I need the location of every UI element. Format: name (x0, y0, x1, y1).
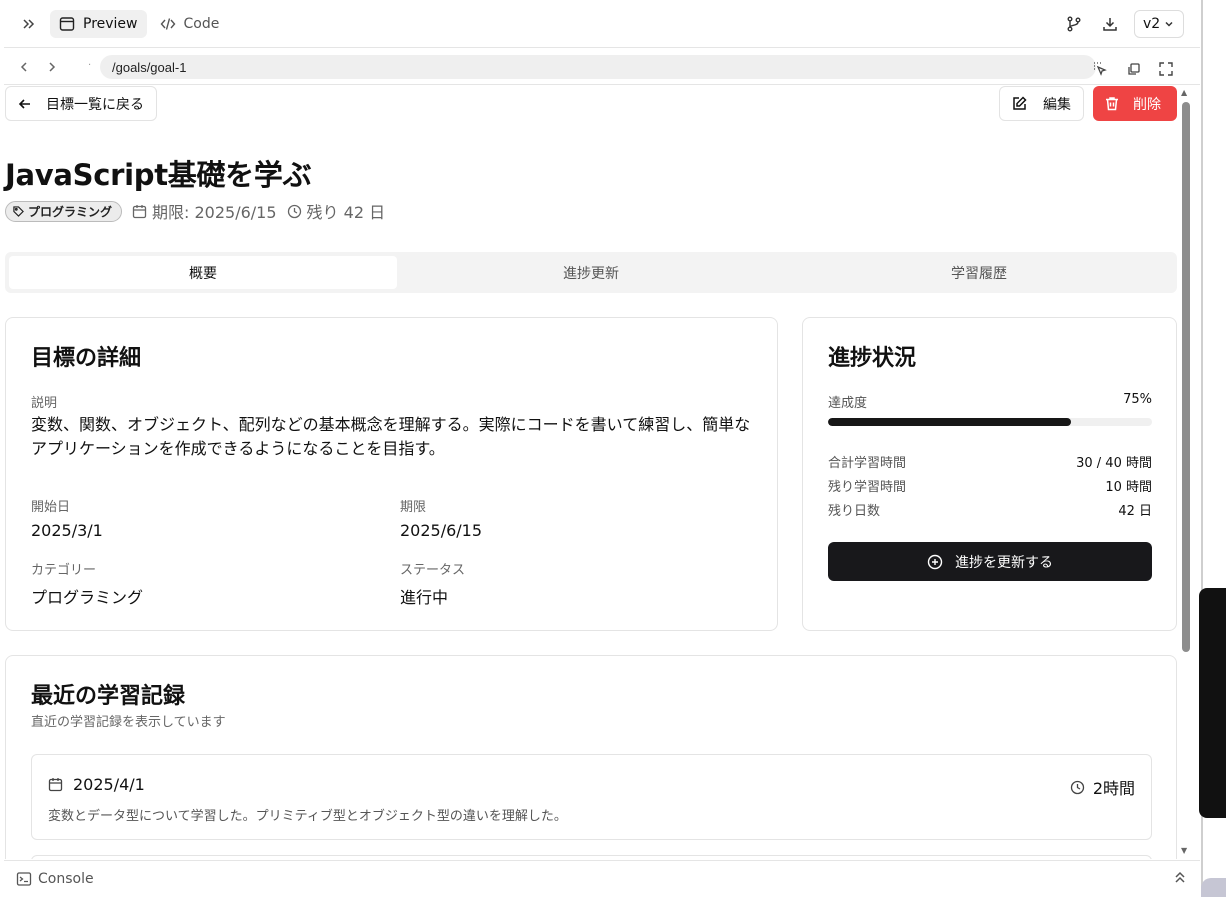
record-item: 2025/4/1 2時間 変数とデータ型について学習した。プリミティブ型とオブジ… (31, 754, 1152, 840)
update-progress-button[interactable]: 進捗を更新する (828, 542, 1152, 581)
window-icon (59, 16, 75, 31)
back-arrow-icon[interactable] (10, 53, 38, 81)
edit-button-label: 編集 (1043, 96, 1071, 113)
remaining-hours-row: 残り学習時間 10 時間 (828, 476, 1152, 495)
deadline-meta: 期限: 2025/6/15 (132, 199, 277, 223)
calendar-icon (132, 204, 147, 218)
records-title: 最近の学習記録 (31, 684, 186, 709)
recent-records-card: 最近の学習記録 直近の学習記録を表示しています 2025/4/1 2時間 変数と… (5, 655, 1177, 859)
chevrons-up-icon[interactable] (1174, 870, 1186, 888)
trash-icon (1106, 97, 1118, 111)
goal-meta: プログラミング 期限: 2025/6/15 残り 42 日 (5, 199, 385, 223)
calendar-icon (48, 778, 63, 792)
record-note: 変数とデータ型について学習した。プリミティブ型とオブジェクト型の違いを理解した。 (48, 809, 567, 824)
status-label: ステータス (400, 563, 466, 578)
category-badge-label: プログラミング (28, 204, 113, 219)
record-date: 2025/4/1 (48, 775, 145, 794)
chevron-down-icon (1165, 21, 1173, 27)
category-badge: プログラミング (5, 200, 123, 222)
record-date-text: 2025/4/1 (73, 775, 145, 794)
side-panel-tab[interactable] (1199, 588, 1226, 818)
deadline-value: 2025/6/15 (400, 521, 483, 540)
back-to-list-button[interactable]: 目標一覧に戻る (5, 86, 157, 121)
records-subtitle: 直近の学習記録を表示しています (31, 715, 226, 730)
record-duration: 2時間 (1070, 775, 1135, 799)
back-button-label: 目標一覧に戻る (46, 96, 144, 113)
delete-button[interactable]: 削除 (1093, 86, 1177, 121)
version-value: v2 (1143, 16, 1161, 32)
total-hours-label: 合計学習時間 (828, 456, 907, 471)
tab-learning-history[interactable]: 学習履歴 (785, 256, 1173, 289)
preview-tab[interactable]: Preview (50, 9, 147, 38)
expand-sidebar-icon[interactable] (12, 7, 46, 41)
preview-viewport: 目標一覧に戻る 編集 削除 JavaScript基礎を学ぶ プログラミング 期限… (0, 86, 1178, 859)
scrollbar-thumb[interactable] (1182, 102, 1190, 652)
preview-scrollbar[interactable]: ▲ ▼ (1180, 86, 1192, 859)
goal-tabs: 概要 進捗更新 学習履歴 (5, 252, 1177, 293)
preview-tab-label: Preview (83, 15, 138, 32)
delete-button-label: 削除 (1133, 96, 1161, 113)
download-icon[interactable] (1098, 12, 1122, 36)
category-value: プログラミング (31, 588, 144, 607)
copy-icon[interactable] (1121, 57, 1145, 81)
status-value: 進行中 (400, 588, 449, 607)
plus-circle-icon (927, 554, 943, 569)
select-element-icon[interactable] (1088, 57, 1112, 81)
console-label: Console (38, 870, 94, 887)
update-progress-label: 進捗を更新する (955, 554, 1053, 571)
progress-card: 進捗状況 達成度 75% 合計学習時間 30 / 40 時間 残り学習時間 10… (802, 317, 1177, 631)
terminal-icon (16, 871, 32, 886)
edit-button[interactable]: 編集 (999, 86, 1084, 121)
scroll-up-icon[interactable]: ▲ (1181, 88, 1187, 97)
record-duration-text: 2時間 (1092, 779, 1135, 798)
scroll-down-icon[interactable]: ▼ (1181, 846, 1187, 855)
url-input[interactable] (100, 55, 1096, 79)
separator-dot: · (88, 60, 92, 71)
remaining-hours-label: 残り学習時間 (828, 480, 907, 495)
version-select[interactable]: v2 (1134, 10, 1184, 38)
edit-icon (1013, 96, 1027, 110)
top-toolbar: Preview Code v2 (4, 0, 1200, 48)
remaining-days-label: 残り日数 (828, 504, 881, 519)
remaining-meta: 残り 42 日 (287, 199, 386, 223)
clock-icon (1070, 780, 1084, 794)
code-tab-label: Code (183, 15, 220, 32)
tab-overview[interactable]: 概要 (9, 256, 397, 289)
achievement-row: 達成度 75% (828, 392, 1152, 411)
fork-icon[interactable] (1062, 12, 1086, 36)
remaining-days-value: 42 日 (1118, 504, 1152, 519)
start-date-label: 開始日 (31, 500, 71, 515)
code-tab[interactable]: Code (151, 10, 229, 38)
tag-icon (13, 205, 24, 217)
code-icon (160, 17, 175, 30)
fullscreen-icon[interactable] (1154, 57, 1178, 81)
achievement-label: 達成度 (828, 396, 868, 411)
record-item (31, 855, 1152, 859)
deadline-label: 期限 (400, 500, 427, 515)
total-hours-value: 30 / 40 時間 (1076, 456, 1152, 471)
description-label: 説明 (31, 396, 58, 411)
remaining-days-row: 残り日数 42 日 (828, 500, 1152, 519)
remaining-hours-value: 10 時間 (1105, 480, 1152, 495)
progress-bar-fill (828, 418, 1071, 426)
arrow-left-icon (18, 98, 30, 109)
side-widget[interactable] (1201, 878, 1226, 897)
console-bar[interactable]: Console (4, 860, 1200, 896)
description-text: 変数、関数、オブジェクト、配列などの基本概念を理解する。実際にコードを書いて練習… (31, 415, 751, 458)
details-title: 目標の詳細 (31, 346, 142, 371)
category-label: カテゴリー (31, 563, 97, 578)
progress-bar (828, 418, 1152, 426)
start-date-value: 2025/3/1 (31, 521, 103, 540)
forward-arrow-icon[interactable] (38, 53, 66, 81)
page-title: JavaScript基礎を学ぶ (5, 158, 312, 192)
clock-icon (287, 204, 301, 218)
goal-details-card: 目標の詳細 説明 変数、関数、オブジェクト、配列などの基本概念を理解する。実際に… (5, 317, 778, 631)
progress-title: 進捗状況 (828, 346, 917, 371)
address-bar: · (4, 49, 1200, 85)
achievement-value: 75% (1123, 392, 1152, 407)
remaining-meta-text: 残り 42 日 (306, 203, 386, 222)
tab-progress-update[interactable]: 進捗更新 (397, 256, 785, 289)
deadline-meta-text: 期限: 2025/6/15 (152, 203, 277, 222)
total-hours-row: 合計学習時間 30 / 40 時間 (828, 452, 1152, 471)
